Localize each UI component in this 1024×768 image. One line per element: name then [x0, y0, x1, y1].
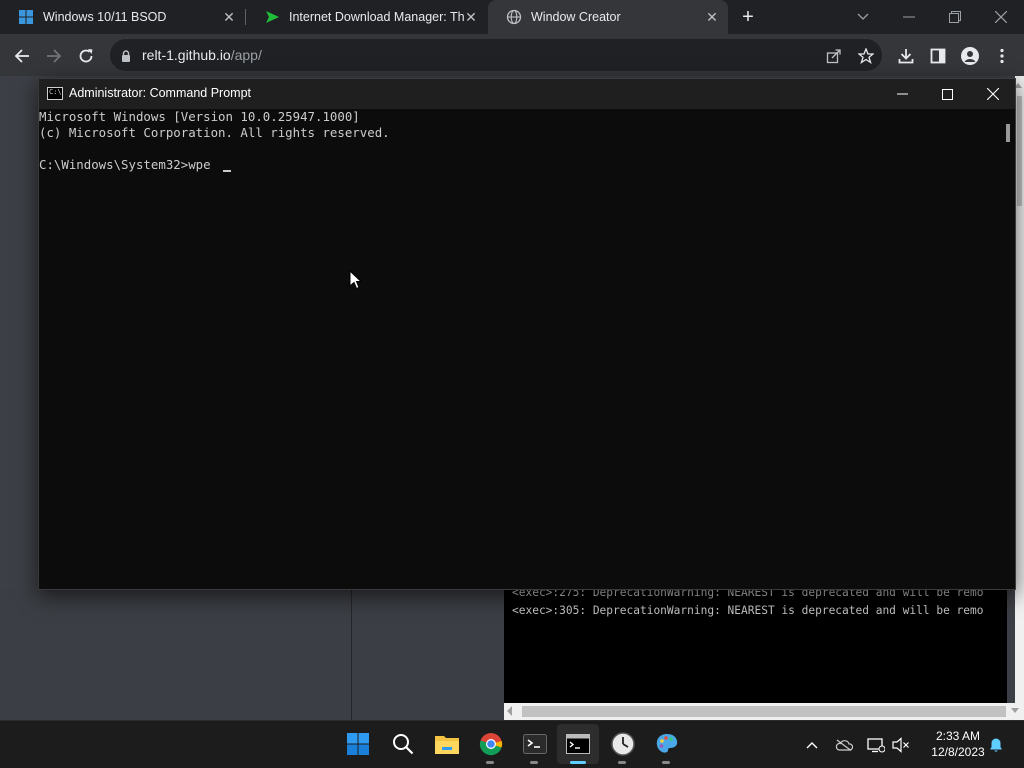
mouse-pointer-icon — [349, 269, 363, 295]
url-path: /app/ — [230, 47, 262, 63]
onedrive-icon[interactable] — [834, 735, 854, 755]
terminal-prompt-line[interactable]: C:\Windows\System32>wpe — [39, 157, 211, 172]
tab-window-creator[interactable]: Window Creator ✕ — [488, 0, 728, 34]
tab-label: Internet Download Manager: The — [289, 10, 464, 24]
url-text[interactable]: relt-1.github.io/app/ — [142, 47, 262, 63]
vertical-scroll-thumb[interactable] — [1017, 96, 1022, 206]
cmd-window-title: Administrator: Command Prompt — [69, 86, 252, 100]
text-cursor — [223, 170, 231, 172]
terminal-icon[interactable] — [521, 730, 549, 758]
running-indicator — [530, 761, 538, 764]
middle-panel — [353, 589, 503, 720]
restore-icon[interactable] — [932, 0, 978, 34]
horizontal-scroll-thumb[interactable] — [522, 706, 1006, 717]
close-tab-icon[interactable]: ✕ — [221, 9, 237, 25]
scroll-down-arrow-icon[interactable] — [1011, 708, 1019, 713]
lock-icon[interactable] — [121, 49, 131, 67]
chrome-icon[interactable] — [477, 730, 505, 758]
clock-app-icon[interactable] — [609, 730, 637, 758]
console-line: <exec>:305: DeprecationWarning: NEAREST … — [512, 604, 984, 617]
cmd-close-icon[interactable] — [970, 79, 1016, 109]
volume-muted-icon[interactable] — [891, 735, 911, 755]
file-explorer-icon[interactable] — [433, 730, 461, 758]
cmd-scroll-thumb[interactable] — [1006, 124, 1010, 142]
command-prompt-window[interactable] — [38, 78, 1016, 590]
search-icon[interactable] — [389, 730, 417, 758]
tab-label: Windows 10/11 BSOD — [43, 10, 167, 24]
tab-search-icon[interactable] — [840, 0, 886, 34]
command-prompt-icon[interactable] — [564, 730, 592, 758]
active-indicator — [570, 761, 586, 764]
network-icon[interactable] — [866, 735, 886, 755]
tab-label: Window Creator — [531, 10, 621, 24]
windows-logo-icon — [19, 10, 33, 24]
cmd-minimize-icon[interactable] — [879, 79, 925, 109]
share-icon[interactable] — [822, 44, 846, 68]
new-tab-button[interactable]: + — [738, 7, 758, 27]
globe-icon — [506, 9, 522, 25]
downloads-icon[interactable] — [894, 44, 918, 68]
cmd-app-icon: C:\ — [47, 87, 63, 100]
output-console: <exec>:275: DeprecationWarning: NEAREST … — [504, 589, 1007, 703]
running-indicator — [662, 761, 670, 764]
show-hidden-icons-chevron-icon[interactable] — [802, 735, 822, 755]
forward-icon[interactable] — [42, 44, 66, 68]
close-tab-icon[interactable]: ✕ — [704, 9, 720, 25]
close-tab-icon[interactable]: ✕ — [463, 9, 479, 25]
start-icon[interactable] — [344, 730, 372, 758]
reload-icon[interactable] — [74, 44, 98, 68]
close-window-icon[interactable] — [978, 0, 1024, 34]
back-icon[interactable] — [10, 44, 34, 68]
tab-windows-bsod[interactable]: Windows 10/11 BSOD ✕ — [0, 0, 245, 34]
terminal-line: Microsoft Windows [Version 10.0.25947.10… — [39, 109, 360, 124]
bookmark-star-icon[interactable] — [854, 44, 878, 68]
scroll-left-arrow-icon[interactable] — [507, 706, 512, 716]
console-line: <exec>:275: DeprecationWarning: NEAREST … — [512, 589, 984, 599]
terminal-line: (c) Microsoft Corporation. All rights re… — [39, 125, 390, 140]
running-indicator — [618, 761, 626, 764]
tab-internet-download-manager[interactable]: Internet Download Manager: The ✕ — [246, 0, 487, 34]
minimize-icon[interactable] — [886, 0, 932, 34]
paint-icon[interactable] — [653, 730, 681, 758]
side-panel-icon[interactable] — [926, 44, 950, 68]
running-indicator — [486, 761, 494, 764]
cmd-maximize-icon[interactable] — [924, 79, 970, 109]
left-panel — [0, 589, 352, 720]
more-menu-icon[interactable] — [990, 44, 1014, 68]
url-host: relt-1.github.io — [142, 47, 231, 63]
idm-arrow-icon — [266, 11, 279, 23]
notification-bell-icon[interactable] — [986, 735, 1006, 755]
profile-avatar-icon[interactable] — [958, 44, 982, 68]
cmd-scrollbar[interactable] — [1002, 110, 1015, 589]
